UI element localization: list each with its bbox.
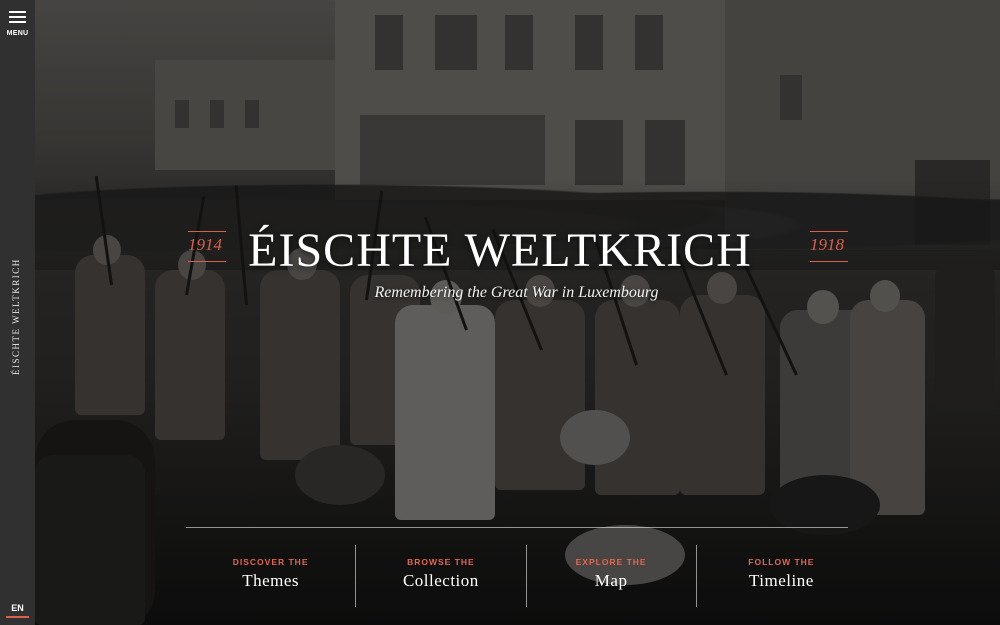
hero-background-photo	[35, 0, 1000, 625]
language-label: EN	[11, 603, 24, 613]
nav-divider-line	[186, 527, 848, 528]
nav-kicker: EXPLORE THE	[575, 557, 647, 567]
menu-button[interactable]: MENU	[0, 8, 35, 40]
nav-kicker: BROWSE THE	[407, 557, 475, 567]
nav-kicker: FOLLOW THE	[748, 557, 815, 567]
nav-item-collection[interactable]: BROWSE THE Collection	[355, 545, 525, 607]
nav-label: Collection	[402, 571, 479, 590]
year-end: 1918	[810, 231, 848, 262]
nav-label: Map	[594, 571, 628, 590]
page-subtitle: Remembering the Great War in Luxembourg	[374, 284, 659, 301]
nav-kicker: DISCOVER THE	[232, 557, 309, 567]
nav-item-timeline[interactable]: FOLLOW THE Timeline	[695, 545, 866, 607]
nav-item-map[interactable]: EXPLORE THE Map	[525, 545, 696, 607]
year-end-text: 1918	[810, 235, 844, 254]
menu-label: MENU	[6, 30, 29, 37]
hamburger-icon	[9, 11, 26, 26]
page-title: ÉISCHTE WELTKRICH	[248, 224, 752, 277]
language-underline	[6, 616, 29, 618]
sidebar: MENU ÉISCHTE WELTKRICH EN	[0, 0, 35, 625]
section-nav: DISCOVER THE Themes BROWSE THE Collectio…	[186, 545, 866, 607]
nav-label: Timeline	[748, 571, 814, 590]
language-switcher[interactable]: EN	[6, 603, 29, 618]
nav-label: Themes	[242, 571, 300, 590]
nav-item-themes[interactable]: DISCOVER THE Themes	[186, 545, 355, 607]
